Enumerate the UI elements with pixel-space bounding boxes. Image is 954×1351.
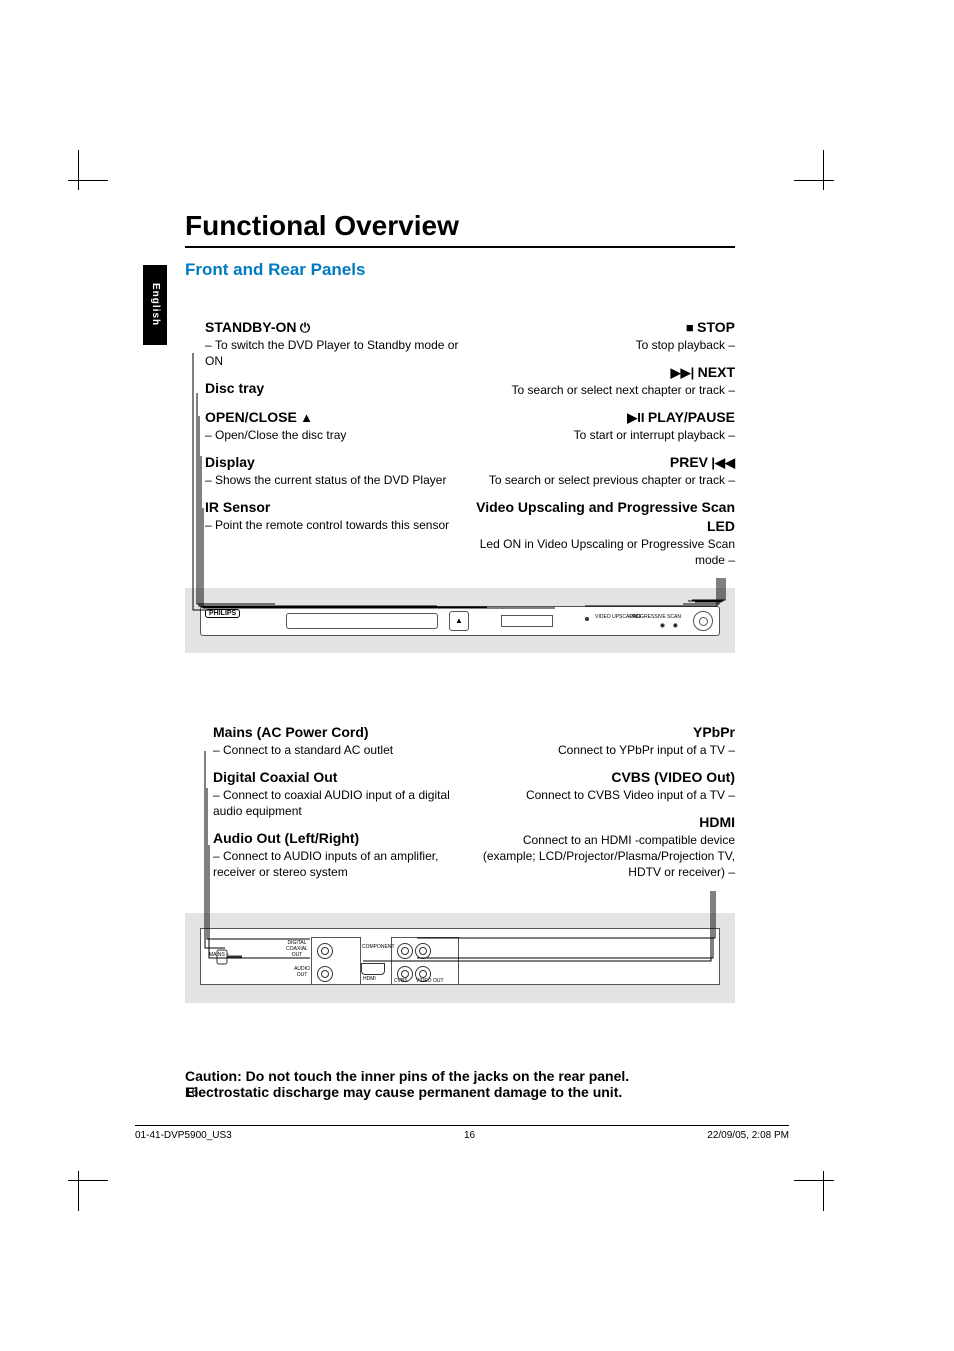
stop-icon: ■ bbox=[686, 320, 694, 335]
caution-text: Caution: Do not touch the inner pins of … bbox=[185, 1068, 705, 1100]
led-graphic bbox=[585, 617, 589, 621]
eject-icon: ▲ bbox=[300, 410, 313, 425]
title-rule bbox=[185, 246, 735, 248]
callout-open-close: OPEN/CLOSE ▲ –Open/Close the disc tray bbox=[205, 408, 465, 443]
play-pause-icon: ▶II bbox=[627, 410, 644, 425]
callout-next: ▶▶| NEXT To search or select next chapte… bbox=[475, 363, 735, 398]
next-icon: ▶▶| bbox=[671, 365, 695, 380]
rear-device-illustration: MAINS ~ DIGITAL COAXIAL OUT AUDIO OUT HD… bbox=[185, 913, 735, 1003]
front-panel-diagram: STANDBY-ON ⏻ –To switch the DVD Player t… bbox=[185, 298, 735, 653]
page-number: 16 bbox=[185, 1085, 198, 1099]
eject-button-graphic: ▲ bbox=[449, 611, 469, 631]
callout-coax: Digital Coaxial Out –Connect to coaxial … bbox=[213, 768, 473, 819]
front-device-illustration: PHILIPS ▲ VIDEO UPSCALING PROGRESSIVE SC… bbox=[185, 588, 735, 653]
hdmi-port-graphic bbox=[361, 963, 385, 975]
callout-display: Display –Shows the current status of the… bbox=[205, 453, 465, 488]
footer-file: 01-41-DVP5900_US3 bbox=[135, 1130, 232, 1141]
mains-cord-graphic bbox=[216, 947, 242, 967]
display-graphic bbox=[501, 615, 553, 627]
transport-buttons-graphic: ◉ ◉ bbox=[660, 622, 681, 629]
callout-hdmi: HDMI Connect to an HDMI -compatible devi… bbox=[475, 813, 735, 880]
jog-dial-graphic bbox=[693, 611, 713, 631]
footer-page: 16 bbox=[464, 1130, 475, 1141]
print-footer: 01-41-DVP5900_US3 16 22/09/05, 2:08 PM bbox=[135, 1125, 789, 1141]
page-title: Functional Overview bbox=[185, 210, 735, 242]
progscan-label: PROGRESSIVE SCAN bbox=[629, 614, 681, 620]
callout-upscale-led: Video Upscaling and Progressive Scan LED… bbox=[475, 498, 735, 568]
crop-mark bbox=[68, 1171, 108, 1211]
callout-cvbs: CVBS (VIDEO Out) Connect to CVBS Video i… bbox=[475, 768, 735, 803]
brand-logo: PHILIPS bbox=[205, 609, 240, 618]
rear-panel-diagram: Mains (AC Power Cord) –Connect to a stan… bbox=[185, 723, 735, 1003]
language-tab: English bbox=[143, 265, 167, 345]
callout-audio-out: Audio Out (Left/Right) –Connect to AUDIO… bbox=[213, 829, 473, 880]
disc-tray-graphic bbox=[286, 613, 438, 629]
callout-standby: STANDBY-ON ⏻ –To switch the DVD Player t… bbox=[205, 318, 465, 369]
callout-ir-sensor: IR Sensor –Point the remote control towa… bbox=[205, 498, 465, 533]
prev-icon: |◀◀ bbox=[711, 455, 735, 470]
callout-disc-tray: Disc tray bbox=[205, 379, 465, 398]
power-icon: ⏻ bbox=[300, 320, 310, 335]
callout-mains: Mains (AC Power Cord) –Connect to a stan… bbox=[213, 723, 473, 758]
video-jacks-graphic: COMPONENT CVBS VIDEO OUT bbox=[391, 937, 459, 985]
section-heading: Front and Rear Panels bbox=[185, 260, 735, 280]
crop-mark bbox=[794, 150, 834, 190]
callout-stop: ■ STOP To stop playback – bbox=[475, 318, 735, 353]
hdmi-port-label: HDMI bbox=[363, 976, 376, 982]
callout-play-pause: ▶II PLAY/PAUSE To start or interrupt pla… bbox=[475, 408, 735, 443]
callout-prev: PREV |◀◀ To search or select previous ch… bbox=[475, 453, 735, 488]
crop-mark bbox=[68, 150, 108, 190]
callout-ypbpr: YPbPr Connect to YPbPr input of a TV – bbox=[475, 723, 735, 758]
footer-timestamp: 22/09/05, 2:08 PM bbox=[707, 1130, 789, 1141]
crop-mark bbox=[794, 1171, 834, 1211]
audio-jacks-graphic: DIGITAL COAXIAL OUT AUDIO OUT bbox=[311, 937, 361, 985]
